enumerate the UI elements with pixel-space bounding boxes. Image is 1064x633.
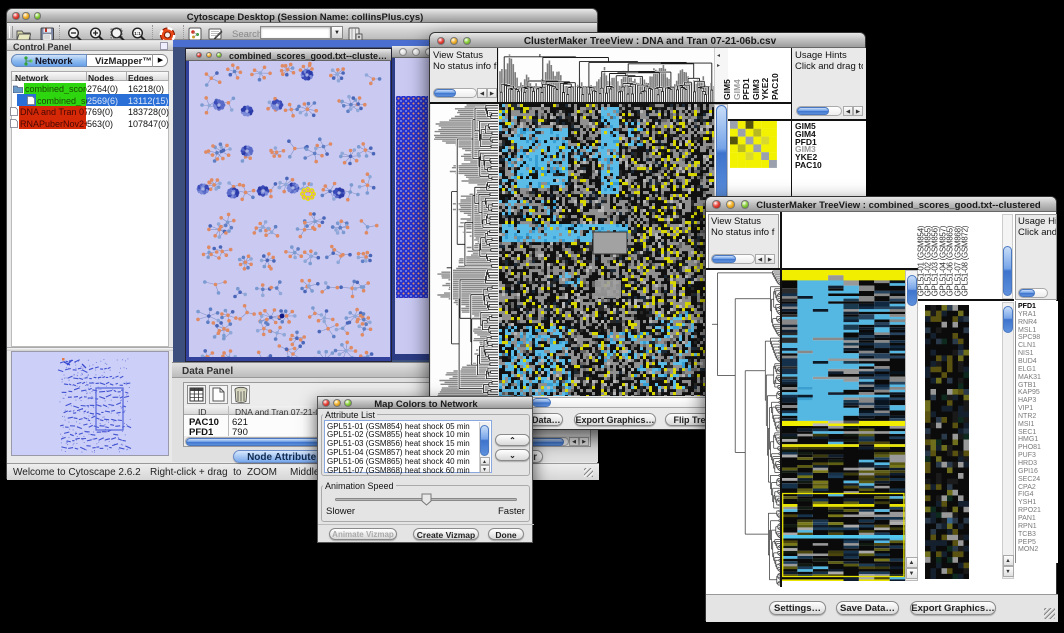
svg-text:1:1: 1:1	[134, 31, 141, 36]
